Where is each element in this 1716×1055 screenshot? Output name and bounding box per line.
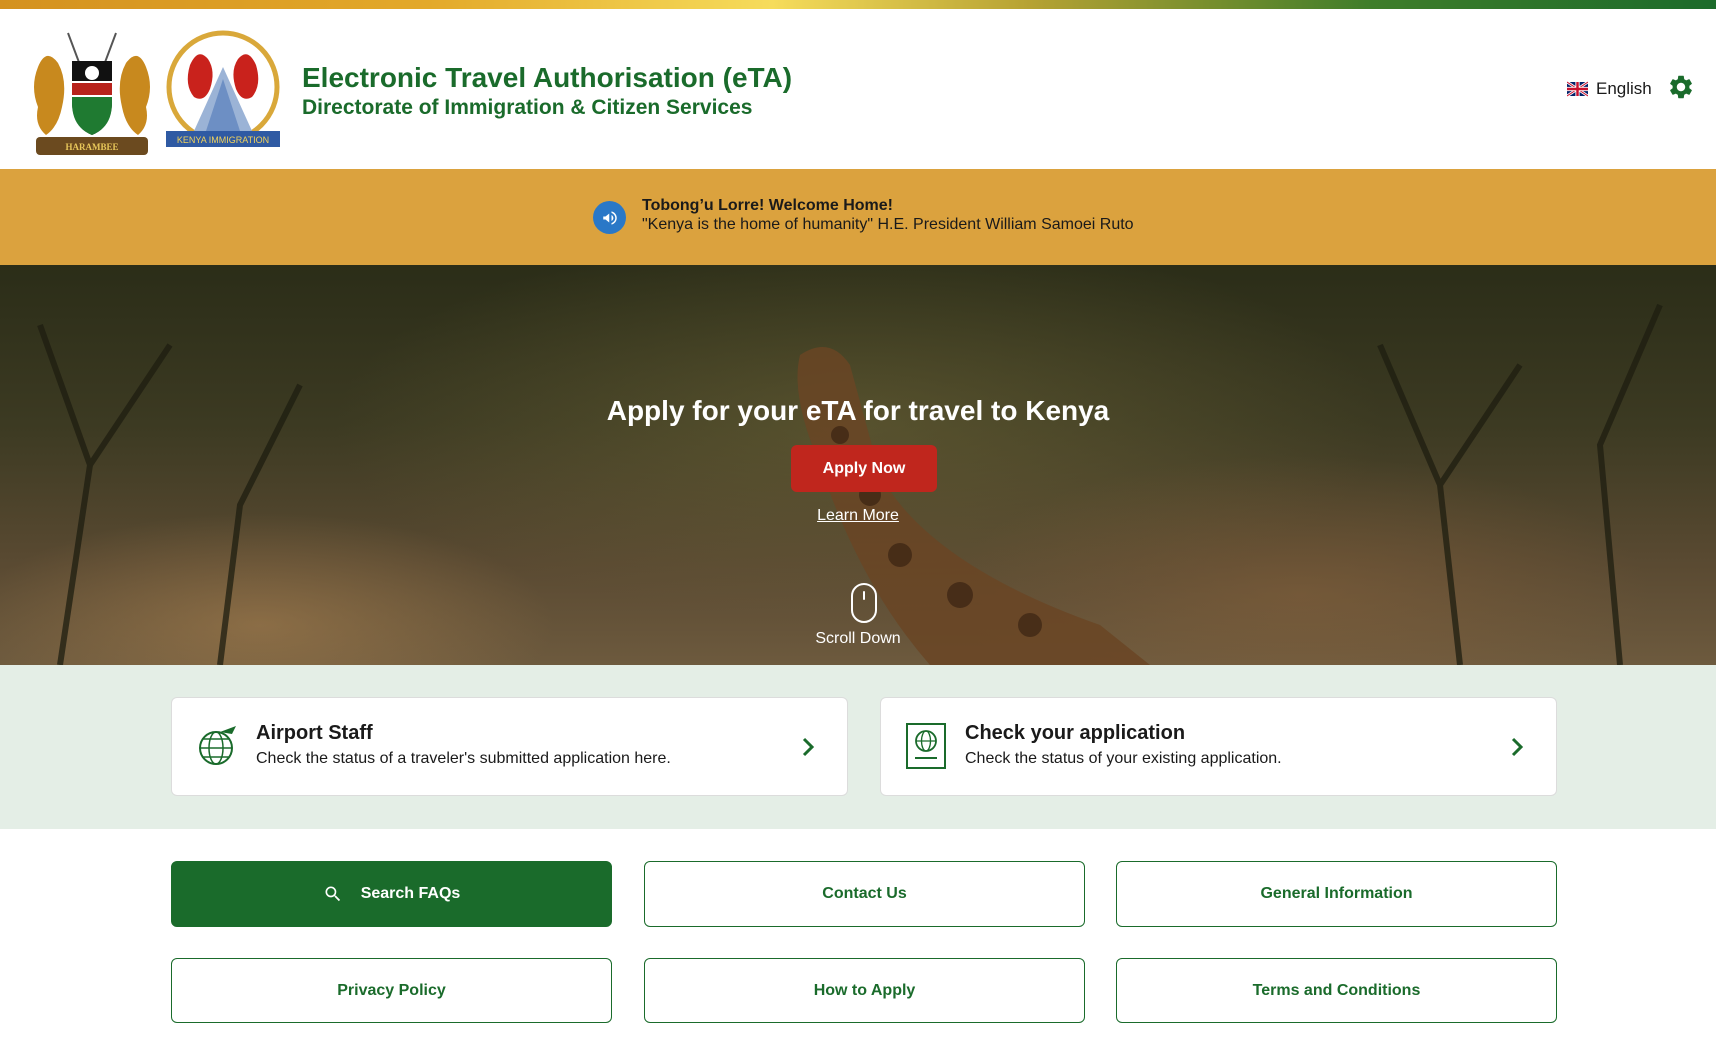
site-header: HARAMBEE KENYA IMMIGRATION Electronic Tr…: [0, 9, 1716, 169]
uk-flag-icon: [1567, 81, 1588, 97]
motto-text: HARAMBEE: [65, 142, 118, 152]
site-title: Electronic Travel Authorisation (eTA): [302, 62, 793, 93]
hero-section: Apply for your eTA for travel to Kenya A…: [0, 265, 1716, 665]
card-title: Airport Staff: [256, 722, 373, 744]
site-subtitle: Directorate of Immigration & Citizen Ser…: [302, 96, 753, 119]
banner-text: Tobong’u Lorre! Welcome Home! "Kenya is …: [642, 196, 1134, 234]
terms-and-conditions-button[interactable]: Terms and Conditions: [1116, 958, 1557, 1023]
hero-title: Apply for your eTA for travel to Kenya: [606, 395, 1110, 426]
general-information-button[interactable]: General Information: [1116, 861, 1557, 927]
search-icon: [323, 884, 343, 904]
contact-us-button[interactable]: Contact Us: [644, 861, 1085, 927]
globe-plane-icon: [199, 726, 236, 765]
check-application-card[interactable]: Check your application Check the status …: [880, 697, 1557, 796]
airport-staff-card[interactable]: Airport Staff Check the status of a trav…: [171, 697, 848, 796]
chevron-right-icon: [802, 737, 815, 757]
search-faqs-label: Search FAQs: [360, 885, 461, 902]
quick-links-band: Airport Staff Check the status of a trav…: [0, 665, 1716, 829]
chevron-right-icon: [1511, 737, 1524, 757]
passport-icon: [906, 723, 946, 769]
kenya-immigration-logo: KENYA IMMIGRATION: [166, 30, 280, 147]
mouse-scroll-icon[interactable]: [851, 583, 877, 623]
language-selector[interactable]: English: [1567, 79, 1652, 99]
card-title: Check your application: [965, 722, 1186, 744]
banner-title: Tobong’u Lorre! Welcome Home!: [642, 197, 893, 214]
learn-more-link[interactable]: Learn More: [0, 507, 1716, 525]
privacy-policy-button[interactable]: Privacy Policy: [171, 958, 612, 1023]
immigration-logo-text: KENYA IMMIGRATION: [177, 135, 269, 145]
search-faqs-button[interactable]: Search FAQs: [171, 861, 612, 927]
gear-icon[interactable]: [1667, 73, 1695, 101]
top-color-stripe: [0, 0, 1716, 9]
site-titles: Electronic Travel Authorisation (eTA) Di…: [302, 61, 792, 121]
how-to-apply-button[interactable]: How to Apply: [644, 958, 1085, 1023]
card-description: Check the status of your existing applic…: [965, 750, 1282, 767]
scroll-down-label[interactable]: Scroll Down: [0, 630, 1716, 648]
announcement-banner: Tobong’u Lorre! Welcome Home! "Kenya is …: [0, 169, 1716, 265]
banner-quote: "Kenya is the home of humanity" H.E. Pre…: [642, 216, 1134, 233]
language-label: English: [1596, 79, 1652, 98]
kenya-coat-of-arms-logo: HARAMBEE: [34, 32, 150, 155]
card-description: Check the status of a traveler's submitt…: [256, 750, 671, 767]
megaphone-icon: [593, 201, 626, 234]
apply-now-button[interactable]: Apply Now: [791, 445, 937, 492]
